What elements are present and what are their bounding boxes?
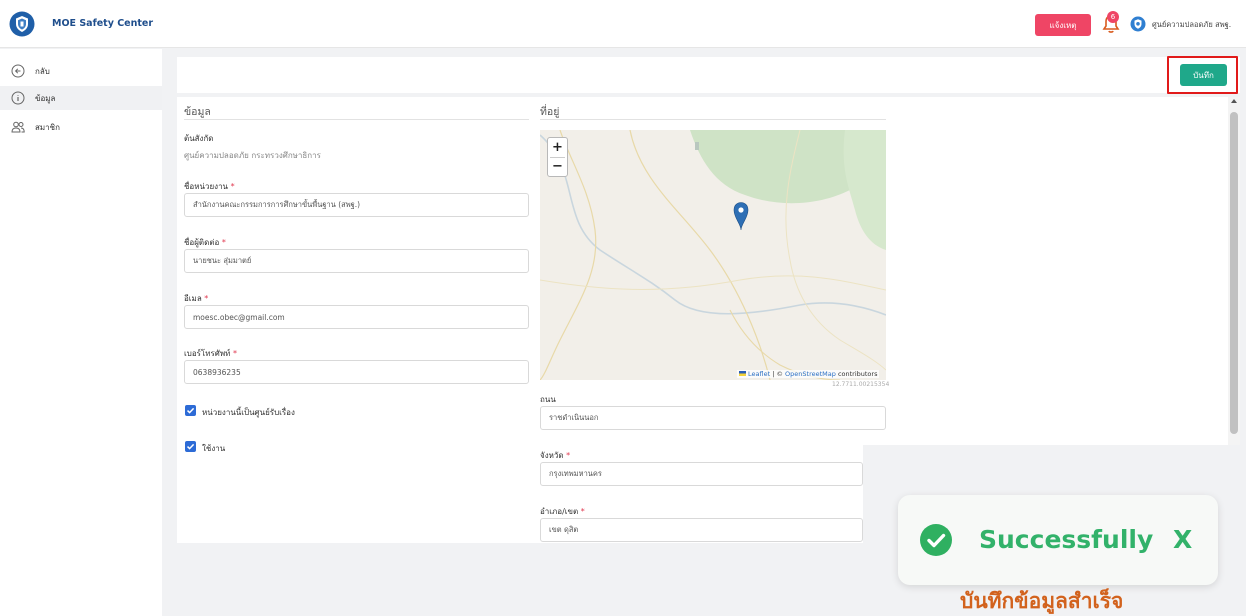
map-coordinates: 12.7711.00215354: [832, 381, 890, 388]
contact-name-label-text: ชื่อผู้ติดต่อ: [184, 238, 220, 247]
users-icon: [11, 121, 25, 133]
district-label: อำเภอ/เขต *: [540, 505, 585, 518]
report-incident-button[interactable]: แจ้งเหตุ: [1035, 14, 1091, 36]
success-check-icon: [920, 524, 952, 556]
required-mark: *: [232, 349, 237, 358]
attribution-tail: contributors: [835, 370, 878, 378]
required-mark: *: [204, 294, 209, 303]
check-icon: [186, 407, 195, 414]
org-name[interactable]: ศูนย์ความปลอดภัย สพฐ.: [1152, 19, 1231, 31]
app-header: MOE Safety Center แจ้งเหตุ 6 ศูนย์ความปล…: [0, 0, 1246, 48]
contact-name-label: ชื่อผู้ติดต่อ *: [184, 236, 226, 249]
phone-label: เบอร์โทรศัพท์ *: [184, 347, 237, 360]
center-checkbox-label[interactable]: หน่วยงานนี้เป็นศูนย์รับเรื่อง: [202, 406, 295, 419]
affiliation-label: ต้นสังกัด: [184, 134, 214, 143]
location-map[interactable]: [540, 130, 886, 380]
address-section-divider: [540, 119, 886, 120]
attribution-separator: | ©: [770, 370, 786, 378]
sidebar-item-label: สมาชิก: [35, 122, 60, 132]
action-bar: [177, 57, 1240, 93]
osm-link[interactable]: OpenStreetMap: [785, 370, 836, 378]
scrollbar-thumb[interactable]: [1230, 112, 1238, 434]
email-label-text: อีเมล: [184, 294, 202, 303]
zoom-in-button[interactable]: +: [548, 138, 567, 157]
active-checkbox[interactable]: [185, 441, 196, 452]
check-icon: [927, 533, 946, 548]
check-icon: [186, 443, 195, 450]
scroll-up-icon[interactable]: [1231, 99, 1237, 103]
map-attribution: Leaflet | © OpenStreetMap contributors: [737, 370, 880, 378]
leaflet-link[interactable]: Leaflet: [748, 370, 770, 378]
moe-shield-logo-icon[interactable]: [9, 11, 35, 37]
map-tiles: [540, 130, 886, 380]
email-field[interactable]: [184, 305, 529, 329]
required-mark: *: [580, 507, 585, 516]
sidebar-item-members[interactable]: สมาชิก: [0, 115, 162, 139]
unit-name-label-text: ชื่อหน่วยงาน: [184, 182, 229, 191]
affiliation-value: ศูนย์ความปลอดภัย กระทรวงศึกษาธิการ: [184, 151, 321, 160]
sidebar-item-back[interactable]: กลับ: [0, 59, 162, 83]
unit-name-input[interactable]: [184, 193, 529, 217]
center-checkbox[interactable]: [185, 405, 196, 416]
toast-close-button[interactable]: X: [1173, 525, 1192, 554]
map-zoom-control: + −: [547, 137, 568, 177]
required-mark: *: [230, 182, 235, 191]
info-circle-icon: [11, 91, 25, 105]
org-avatar-icon[interactable]: [1130, 16, 1146, 32]
email-label: อีเมล *: [184, 292, 208, 305]
district-select[interactable]: [540, 518, 863, 542]
road-input[interactable]: [540, 406, 886, 430]
phone-label-text: เบอร์โทรศัพท์: [184, 349, 231, 358]
notification-badge: 6: [1107, 11, 1119, 23]
address-section-title: ที่อยู่: [540, 106, 560, 118]
sidebar-item-label: กลับ: [35, 66, 50, 76]
required-mark: *: [566, 451, 571, 460]
sidebar: กลับ ข้อมูล สมาชิก: [0, 49, 162, 616]
province-label-text: จังหวัด: [540, 451, 564, 460]
ukraine-flag-icon: [739, 371, 746, 376]
save-button[interactable]: บันทึก: [1180, 64, 1227, 86]
info-section-title: ข้อมูล: [184, 106, 211, 118]
active-checkbox-label[interactable]: ใช้งาน: [202, 442, 225, 455]
province-label: จังหวัด *: [540, 449, 570, 462]
form-panel-extension: [863, 97, 1228, 445]
province-select[interactable]: [540, 462, 863, 486]
toast-message: Successfully: [979, 525, 1154, 554]
sidebar-item-label: ข้อมูล: [35, 93, 56, 103]
arrow-left-circle-icon: [11, 64, 25, 78]
zoom-out-button[interactable]: −: [548, 157, 567, 176]
district-label-text: อำเภอ/เขต: [540, 507, 579, 516]
unit-name-label: ชื่อหน่วยงาน *: [184, 180, 235, 193]
sidebar-item-info[interactable]: ข้อมูล: [0, 86, 162, 110]
phone-input[interactable]: [184, 360, 529, 384]
road-label: ถนน: [540, 395, 556, 404]
app-title: MOE Safety Center: [52, 18, 154, 29]
contact-name-input[interactable]: [184, 249, 529, 273]
info-section-divider: [184, 119, 529, 120]
success-caption: บันทึกข้อมูลสำเร็จ: [960, 589, 1124, 613]
required-mark: *: [221, 238, 226, 247]
